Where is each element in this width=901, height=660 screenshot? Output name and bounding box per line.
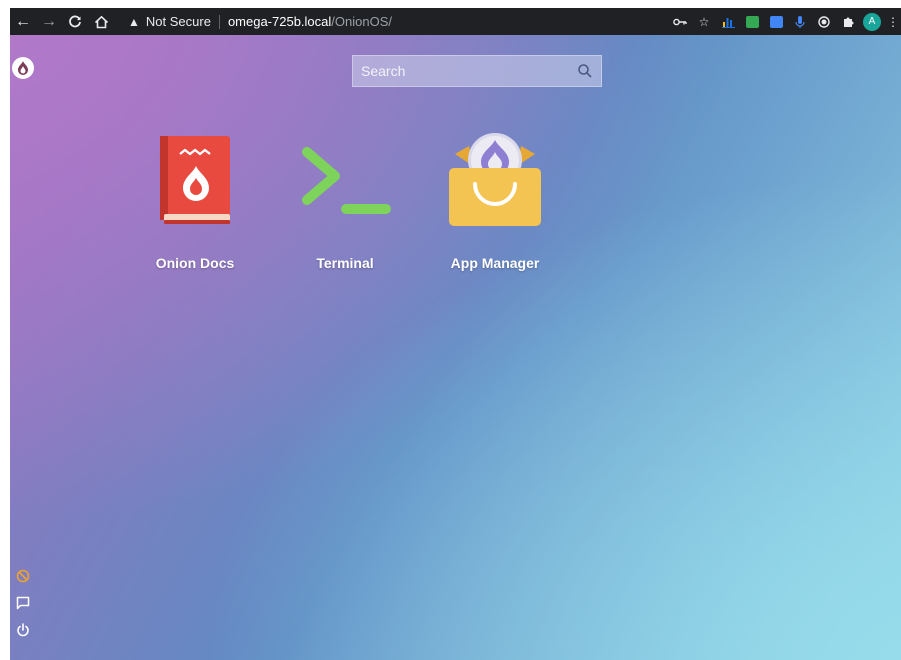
chat-icon[interactable] — [14, 594, 32, 612]
app-label: Terminal — [316, 255, 374, 271]
home-icon[interactable] — [88, 8, 114, 35]
puzzle-icon[interactable] — [837, 8, 859, 35]
menu-dots-icon[interactable]: ⋮ — [885, 8, 901, 35]
app-label: App Manager — [450, 255, 540, 271]
sidebar-bottom — [14, 567, 32, 648]
omnibox-divider — [218, 14, 220, 29]
address-bar[interactable]: ▲ Not Secure omega-725b.local/OnionOS/ — [120, 11, 660, 32]
app-onion-docs[interactable]: Onion Docs — [135, 130, 255, 271]
book-icon — [145, 130, 245, 230]
security-label: Not Secure — [145, 14, 211, 29]
microphone-icon[interactable] — [789, 8, 811, 35]
search-box[interactable] — [352, 55, 602, 87]
translate-icon[interactable] — [765, 8, 787, 35]
onion-logo-icon[interactable] — [12, 57, 34, 79]
reload-icon[interactable] — [62, 8, 88, 35]
toolbar-actions: ☆ A ⋮ — [667, 8, 901, 35]
bookmark-star-icon[interactable]: ☆ — [693, 8, 715, 35]
app-label: Onion Docs — [155, 255, 235, 271]
url-host: omega-725b.local — [227, 14, 332, 29]
avatar[interactable]: A — [861, 8, 883, 35]
app-app-manager[interactable]: App Manager — [435, 130, 555, 271]
key-icon[interactable] — [669, 8, 691, 35]
shopping-bag-icon — [445, 130, 545, 230]
back-icon[interactable]: ← — [10, 8, 36, 35]
terminal-icon — [295, 130, 395, 230]
browser-toolbar: ← → ▲ Not Secure omega-725b.local/OnionO… — [10, 8, 901, 35]
blocked-icon[interactable] — [14, 567, 32, 585]
bar-chart-icon[interactable] — [717, 8, 739, 35]
url-path: /OnionOS/ — [331, 14, 392, 29]
app-terminal[interactable]: Terminal — [285, 130, 405, 271]
green-box-icon[interactable] — [741, 8, 763, 35]
record-icon[interactable] — [813, 8, 835, 35]
warning-icon: ▲ — [128, 14, 140, 29]
onionos-desktop: Onion Docs Terminal App Manager — [10, 35, 901, 660]
power-icon[interactable] — [14, 621, 32, 639]
search-icon[interactable] — [577, 63, 593, 79]
forward-icon[interactable]: → — [36, 8, 62, 35]
search-input[interactable] — [361, 63, 577, 79]
